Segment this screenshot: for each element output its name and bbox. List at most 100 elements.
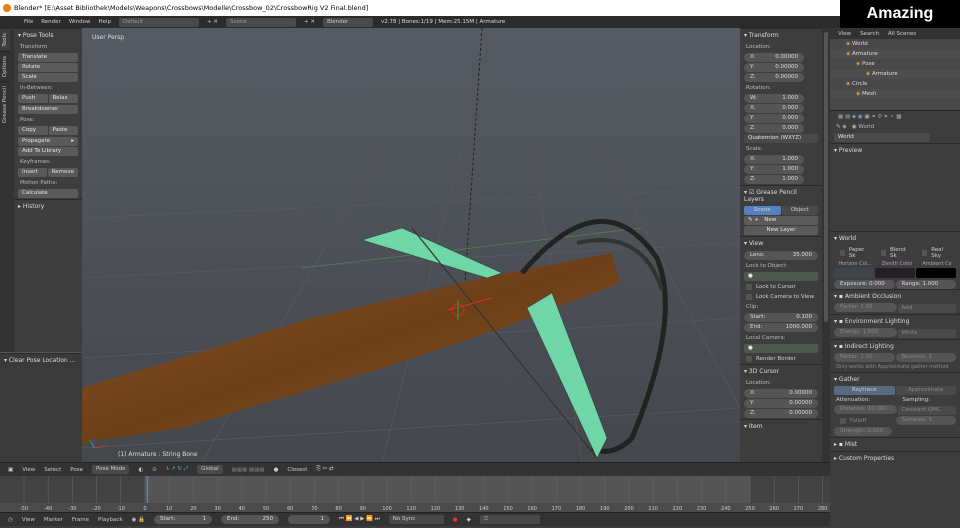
sync-select[interactable]: No Sync	[388, 515, 444, 524]
strength-field[interactable]: Strength: 0.000	[834, 427, 892, 436]
local-camera-field[interactable]: ●	[744, 344, 818, 353]
menu-help[interactable]: Help	[99, 19, 112, 25]
layer-buttons[interactable]: ▦▦▦ ▦▦▦	[232, 467, 265, 473]
outliner-item[interactable]: ◈ World	[830, 39, 960, 49]
outliner-item[interactable]: ◈ Pose	[830, 59, 960, 69]
menu-search[interactable]: Search	[860, 31, 879, 37]
copy-pose-button[interactable]: Copy	[18, 126, 48, 135]
lens-field[interactable]: Lens: 35.000	[744, 251, 818, 260]
axis-field[interactable]: X: 0.00000	[744, 53, 804, 62]
axis-field[interactable]: Z: 0.00000	[744, 73, 804, 82]
add-scene-icon[interactable]: + ✕	[304, 19, 315, 25]
samples-field[interactable]: Samples: 5	[895, 416, 956, 425]
custom-properties-header[interactable]: ▸ Custom Properties	[830, 451, 960, 465]
menu-marker[interactable]: Marker	[44, 517, 63, 523]
outliner-item[interactable]: ◈ Armature	[830, 49, 960, 59]
preview-range-icon[interactable]: ◉ 🔒	[132, 517, 145, 523]
manipulator-icons[interactable]: ⅄ ↗ ↻ ⤢	[166, 466, 188, 473]
viewport-scene[interactable]	[81, 27, 741, 463]
mode-select[interactable]: Pose Mode	[91, 465, 130, 474]
paper-sky-checkbox[interactable]: Paper Sk	[834, 245, 874, 261]
keying-icon[interactable]: ◆	[467, 517, 471, 523]
propagate-button[interactable]: Propagate ▸	[18, 137, 78, 146]
orientation-select[interactable]: Global	[197, 465, 223, 474]
tab-scene[interactable]: Scene	[744, 206, 781, 215]
push-button[interactable]: Push	[18, 94, 48, 103]
axis-field[interactable]: Y: 1.000	[744, 165, 804, 174]
grease-pencil-header[interactable]: ▾ ☑ Grease Pencil Layers	[740, 185, 822, 206]
calculate-button[interactable]: Calculate	[18, 189, 78, 198]
npanel-scrollbar[interactable]	[822, 28, 830, 462]
lock-object-field[interactable]: ●	[744, 272, 818, 281]
snap-target-select[interactable]: Closest	[287, 467, 307, 473]
relax-button[interactable]: Relax	[48, 94, 78, 103]
ao-factor-field[interactable]: Factor: 1.00	[834, 303, 897, 312]
tab-object[interactable]: Object	[781, 206, 818, 215]
menu-view[interactable]: View	[22, 517, 35, 523]
lock-camera-checkbox[interactable]: Lock Camera to View	[740, 292, 822, 302]
rotation-mode-select[interactable]: Quaternion (WXYZ)	[744, 134, 818, 143]
sampling-mode-select[interactable]: Constant QMC	[897, 406, 956, 415]
indirect-factor-field[interactable]: Factor: 1.00	[834, 353, 895, 362]
world-datablock-field[interactable]: World	[834, 133, 930, 142]
lock-cursor-checkbox[interactable]: Lock to Cursor	[740, 282, 822, 292]
zenith-color-swatch[interactable]	[875, 268, 915, 278]
current-frame-field[interactable]: 1	[287, 515, 330, 524]
outliner-item[interactable]: ◈ Armature	[830, 69, 960, 79]
paste-pose-button[interactable]: Paste	[48, 126, 78, 135]
tab-grease-pencil[interactable]: Grease Pencil	[0, 80, 10, 128]
ambient-color-swatch[interactable]	[916, 268, 956, 278]
timeline-frames[interactable]	[0, 476, 960, 503]
editor-type-icon[interactable]: ◷	[8, 517, 13, 523]
new-grease-button[interactable]: ✎ + New	[744, 216, 818, 225]
pose-copy-icons[interactable]: ⎘ ✂ ⇄	[316, 466, 333, 473]
clip-start-field[interactable]: Start: 0.100	[744, 313, 818, 322]
playback-controls[interactable]: ⏮ ⏪ ◀ ▶ ⏩ ⏭	[339, 516, 380, 523]
rotate-button[interactable]: Rotate	[18, 63, 78, 72]
axis-field[interactable]: X: 0.00000	[744, 389, 818, 398]
menu-frame[interactable]: Frame	[72, 517, 89, 523]
translate-button[interactable]: Translate	[18, 53, 78, 62]
axis-field[interactable]: Z: 0.000	[744, 124, 804, 133]
history-header[interactable]: ▸ History	[14, 199, 82, 213]
falloff-checkbox[interactable]: Falloff	[834, 416, 895, 426]
properties-context-tabs[interactable]: ▦ ▤ ◈ ◉ ▣ ⚭ ⚲ ✦ ✧ ▩	[830, 110, 960, 122]
scale-button[interactable]: Scale	[18, 73, 78, 82]
render-border-checkbox[interactable]: Render Border	[740, 354, 822, 364]
menu-select[interactable]: Select	[44, 467, 61, 473]
3d-cursor-header[interactable]: ▾ 3D Cursor	[740, 364, 822, 378]
bounces-field[interactable]: Bounces: 1	[895, 353, 956, 362]
axis-field[interactable]: Y: 0.000	[744, 114, 804, 123]
menu-window[interactable]: Window	[69, 19, 91, 25]
start-frame-field[interactable]: Start: 1	[153, 515, 212, 524]
env-lighting-header[interactable]: ▾ ▪ Environment Lighting	[830, 314, 960, 328]
axis-field[interactable]: X: 0.000	[744, 104, 804, 113]
timeline-area[interactable]	[0, 476, 960, 503]
breakdowner-button[interactable]: Breakdowner	[18, 105, 78, 114]
redo-panel-header[interactable]: ▾ Clear Pose Location ...	[0, 353, 82, 367]
menu-pose[interactable]: Pose	[70, 467, 83, 473]
outliner-item[interactable]: ◈ Circle	[830, 79, 960, 89]
range-field[interactable]: Range: 1.000	[895, 280, 956, 289]
display-mode-select[interactable]: All Scenes	[888, 31, 916, 37]
shading-icon[interactable]: ◐	[138, 467, 143, 473]
mist-header[interactable]: ▸ ▪ Mist	[830, 437, 960, 451]
pivot-icon[interactable]: ⊙	[152, 467, 157, 473]
axis-field[interactable]: W: 1.000	[744, 94, 804, 103]
record-icon[interactable]: ●	[453, 517, 458, 523]
context-icons[interactable]: ▦ ▤ ◈ ◉ ▣ ⚭ ⚲ ✦ ✧ ▩	[838, 114, 901, 120]
ao-header[interactable]: ▾ ▪ Ambient Occlusion	[830, 289, 960, 303]
horizon-color-swatch[interactable]	[834, 268, 874, 278]
menu-file[interactable]: File	[24, 19, 33, 25]
gather-header[interactable]: ▾ Gather	[830, 372, 960, 386]
menu-view[interactable]: View	[838, 31, 851, 37]
raytrace-tab[interactable]: Raytrace	[834, 386, 895, 395]
add-to-library-button[interactable]: Add To Library	[18, 147, 78, 156]
clip-end-field[interactable]: End: 1000.000	[744, 323, 818, 332]
ao-mode-select[interactable]: Add	[897, 304, 956, 313]
snap-icon[interactable]: ●	[274, 467, 279, 473]
menu-view[interactable]: View	[22, 467, 35, 473]
new-layer-button[interactable]: New Layer	[744, 226, 818, 235]
world-panel-header[interactable]: ▾ World	[830, 231, 960, 245]
remove-keyframe-button[interactable]: Remove	[47, 168, 78, 177]
